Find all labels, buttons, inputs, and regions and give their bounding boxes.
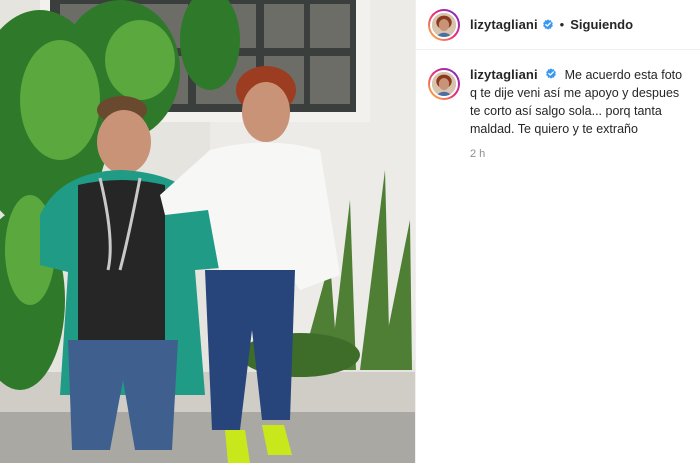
avatar-image [430,70,458,98]
post-header: lizytagliani • Siguiendo [416,0,700,50]
verified-badge-icon [542,18,554,31]
avatar-portrait-icon [432,12,456,37]
caption-body: lizytagliani Me acuerdo esta foto q te d… [470,66,688,160]
post-timestamp[interactable]: 2 h [470,148,688,160]
caption-comment: lizytagliani Me acuerdo esta foto q te d… [416,50,700,160]
avatar-image [430,10,458,39]
header-separator: • [559,17,565,32]
following-button[interactable]: Siguiendo [570,17,633,32]
verified-badge-icon [545,68,557,80]
caption-author-avatar[interactable] [428,68,460,100]
avatar-portrait-icon [432,72,456,96]
post-photo[interactable] [0,0,415,463]
photo-illustration [0,0,415,463]
post-side-panel: lizytagliani • Siguiendo lizytagliani Me… [415,0,700,463]
caption-username[interactable]: lizytagliani [470,67,538,82]
instagram-post: lizytagliani • Siguiendo lizytagliani Me… [0,0,700,463]
author-username[interactable]: lizytagliani [470,17,538,32]
caption-text-block: lizytagliani Me acuerdo esta foto q te d… [470,66,688,138]
author-avatar[interactable] [428,8,460,41]
